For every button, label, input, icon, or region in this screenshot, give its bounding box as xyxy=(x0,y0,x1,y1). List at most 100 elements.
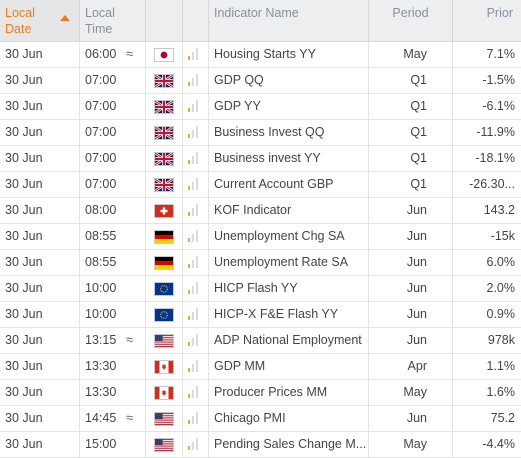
ca-flag-icon xyxy=(154,385,174,400)
gb-flag-icon xyxy=(154,151,174,166)
cell-indicator-name[interactable]: KOF Indicator xyxy=(209,198,369,223)
cell-time: 07:00 xyxy=(80,120,146,145)
column-header-time[interactable]: Local Time xyxy=(80,0,146,41)
importance-bar xyxy=(188,264,190,268)
importance-icon xyxy=(188,386,198,398)
column-header-indicator[interactable]: Indicator Name xyxy=(209,0,369,41)
cell-date: 30 Jun xyxy=(0,380,80,405)
table-row[interactable]: 30 Jun 07:00 GDP QQ Q1 -1.5% xyxy=(0,68,521,94)
table-row[interactable]: 30 Jun 13:15 ≈ ADP National Employment Ju… xyxy=(0,328,521,354)
cell-prior: 6.0% xyxy=(486,255,516,269)
table-row[interactable]: 30 Jun 08:55 Unemployment Rate SA Jun 6.… xyxy=(0,250,521,276)
cell-indicator-name[interactable]: Housing Starts YY xyxy=(209,42,369,67)
column-header-country[interactable] xyxy=(146,0,183,41)
importance-bar xyxy=(192,156,194,164)
cell-indicator-name[interactable]: Chicago PMI xyxy=(209,406,369,431)
cell-indicator-name[interactable]: Current Account GBP xyxy=(209,172,369,197)
table-row[interactable]: 30 Jun 08:00 KOF Indicator Jun 143.2 xyxy=(0,198,521,224)
importance-bar xyxy=(192,286,194,294)
cell-date: 30 Jun xyxy=(0,250,80,275)
column-header-importance[interactable] xyxy=(183,0,209,41)
table-row[interactable]: 30 Jun 07:00 Business Invest QQ Q1 -11.9… xyxy=(0,120,521,146)
cell-indicator-name[interactable]: GDP QQ xyxy=(209,68,369,93)
cell-period: Q1 xyxy=(369,68,453,93)
cell-indicator-name[interactable]: HICP-X F&E Flash YY xyxy=(209,302,369,327)
cell-indicator-name[interactable]: HICP Flash YY xyxy=(209,276,369,301)
cell-indicator-name[interactable]: GDP MM xyxy=(209,354,369,379)
cell-country xyxy=(146,120,183,145)
cell-date: 30 Jun xyxy=(0,328,80,353)
cell-importance xyxy=(183,380,209,405)
importance-bar xyxy=(192,234,194,242)
importance-bar xyxy=(192,364,194,372)
cell-date: 30 Jun xyxy=(0,302,80,327)
cell-prior: -6.1% xyxy=(482,99,515,113)
importance-bar xyxy=(188,394,190,398)
cell-prior: 1.1% xyxy=(486,359,516,373)
us-flag-icon xyxy=(154,411,174,426)
column-header-prior[interactable]: Prior xyxy=(453,0,521,41)
cell-country xyxy=(146,94,183,119)
importance-bar xyxy=(196,230,198,242)
importance-bar xyxy=(196,256,198,268)
approx-icon: ≈ xyxy=(126,410,134,425)
cell-country xyxy=(146,406,183,431)
cell-indicator-name[interactable]: Pending Sales Change M... xyxy=(209,432,369,457)
cell-indicator-name[interactable]: Business Invest QQ xyxy=(209,120,369,145)
cell-time: 07:00 xyxy=(80,68,146,93)
table-row[interactable]: 30 Jun 07:00 Business invest YY Q1 -18.1… xyxy=(0,146,521,172)
importance-icon xyxy=(188,438,198,450)
cell-time: 13:30 xyxy=(80,354,146,379)
cell-country xyxy=(146,146,183,171)
cell-time: 08:55 xyxy=(80,224,146,249)
importance-bar xyxy=(196,100,198,112)
jp-flag-icon xyxy=(154,47,174,62)
table-row[interactable]: 30 Jun 08:55 Unemployment Chg SA Jun -15… xyxy=(0,224,521,250)
cell-indicator-name[interactable]: Business invest YY xyxy=(209,146,369,171)
importance-bar xyxy=(196,204,198,216)
cell-time: 07:00 xyxy=(80,172,146,197)
cell-prior: 75.2 xyxy=(490,411,515,425)
importance-bar xyxy=(188,342,190,346)
table-row[interactable]: 30 Jun 07:00 Current Account GBP Q1 -26.… xyxy=(0,172,521,198)
cell-indicator-name[interactable]: Unemployment Rate SA xyxy=(209,250,369,275)
cell-period: Q1 xyxy=(369,146,453,171)
table-row[interactable]: 30 Jun 14:45 ≈ Chicago PMI Jun 75.2 xyxy=(0,406,521,432)
cell-date: 30 Jun xyxy=(0,42,80,67)
importance-icon xyxy=(188,308,198,320)
importance-bar xyxy=(196,334,198,346)
importance-bar xyxy=(188,316,190,320)
importance-icon xyxy=(188,48,198,60)
cell-time: 06:00 ≈ xyxy=(80,42,146,67)
table-row[interactable]: 30 Jun 10:00 HICP-X F&E Flash YY Jun 0.9… xyxy=(0,302,521,328)
table-row[interactable]: 30 Jun 07:00 GDP YY Q1 -6.1% xyxy=(0,94,521,120)
cell-time: 08:55 xyxy=(80,250,146,275)
importance-bar xyxy=(196,360,198,372)
column-header-date[interactable]: Local Date xyxy=(0,0,80,41)
de-flag-icon xyxy=(154,229,174,244)
table-row[interactable]: 30 Jun 10:00 HICP Flash YY Jun 2.0% xyxy=(0,276,521,302)
cell-importance xyxy=(183,276,209,301)
column-header-period-label: Period xyxy=(392,6,429,20)
cell-indicator-name[interactable]: Unemployment Chg SA xyxy=(209,224,369,249)
cell-indicator-name[interactable]: ADP National Employment xyxy=(209,328,369,353)
cell-importance xyxy=(183,406,209,431)
importance-bar xyxy=(196,412,198,424)
importance-icon xyxy=(188,412,198,424)
column-header-period[interactable]: Period xyxy=(369,0,453,41)
table-row[interactable]: 30 Jun 13:30 GDP MM Apr 1.1% xyxy=(0,354,521,380)
eu-flag-icon xyxy=(154,307,174,322)
table-row[interactable]: 30 Jun 06:00 ≈ Housing Starts YY May 7.1% xyxy=(0,42,521,68)
table-body: 30 Jun 06:00 ≈ Housing Starts YY May 7.1%… xyxy=(0,42,521,458)
cell-period: Apr xyxy=(369,354,453,379)
cell-country xyxy=(146,354,183,379)
cell-indicator-name[interactable]: Producer Prices MM xyxy=(209,380,369,405)
cell-indicator-name[interactable]: GDP YY xyxy=(209,94,369,119)
cell-date: 30 Jun xyxy=(0,146,80,171)
importance-bar xyxy=(192,312,194,320)
table-row[interactable]: 30 Jun 15:00 Pending Sales Change M... M… xyxy=(0,432,521,458)
cell-date: 30 Jun xyxy=(0,198,80,223)
importance-bar xyxy=(196,438,198,450)
table-row[interactable]: 30 Jun 13:30 Producer Prices MM May 1.6% xyxy=(0,380,521,406)
cell-country xyxy=(146,172,183,197)
